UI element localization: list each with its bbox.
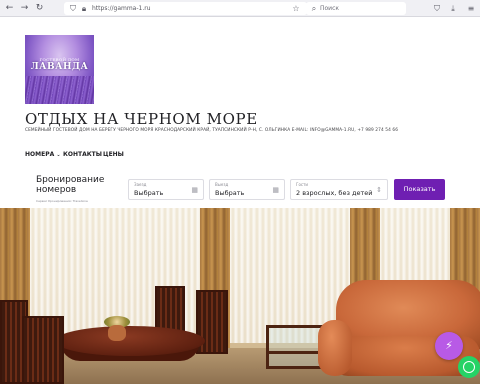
- url-text: https://gamma-1.ru: [92, 5, 151, 12]
- chevron-down-icon: ⌄: [56, 152, 61, 158]
- search-icon: ⌕: [311, 4, 317, 13]
- download-icon[interactable]: ⤓: [447, 2, 459, 15]
- checkout-label: Выезд: [215, 182, 229, 187]
- menu-icon[interactable]: ≡: [465, 2, 477, 15]
- menu-item-label: НОМЕРА: [25, 151, 55, 158]
- site-subtitle: СЕМЕЙНЫЙ ГОСТЕВОЙ ДОМ НА БЕРЕГУ ЧЕРНОГО …: [25, 128, 399, 133]
- pocket-icon[interactable]: ⛉: [431, 2, 443, 15]
- menu-item-rooms[interactable]: НОМЕРА ⌄: [25, 150, 61, 160]
- guests-field[interactable]: Гости 2 взрослых, без детей ⇕: [290, 179, 388, 200]
- calendar-icon: ▦: [191, 186, 198, 194]
- show-button[interactable]: Показать: [394, 179, 445, 200]
- menu-item-contacts[interactable]: КОНТАКТЫ: [63, 150, 102, 160]
- menu-item-prices[interactable]: ЦЕНЫ: [103, 150, 124, 160]
- checkout-field[interactable]: Выезд Выбрать ▦: [209, 179, 285, 200]
- forward-icon[interactable]: →: [18, 2, 31, 15]
- hero-photo: [0, 208, 480, 384]
- browser-toolbar: ← → ↻ ⛉ 🔒︎ https://gamma-1.ru ☆ ⌕ Поиск …: [0, 0, 480, 17]
- whatsapp-phone-glyph: [463, 361, 475, 373]
- lightning-icon[interactable]: ⚡︎: [435, 332, 463, 360]
- checkin-value: Выбрать: [134, 189, 164, 197]
- whatsapp-icon[interactable]: [458, 356, 480, 378]
- photo-table: [55, 326, 205, 356]
- photo-sofa-arm: [318, 320, 352, 376]
- search-input[interactable]: ⌕ Поиск: [306, 2, 406, 15]
- bookmark-star-icon[interactable]: ☆: [290, 2, 302, 15]
- booking-caption: Сервис бронирования: TravelLine: [36, 199, 88, 203]
- site-title[interactable]: ОТДЫХ НА ЧЕРНОМ МОРЕ: [25, 110, 258, 128]
- checkin-label: Заезд: [134, 182, 147, 187]
- calendar-icon: ▦: [272, 186, 279, 194]
- address-bar[interactable]: ⛉ 🔒︎ https://gamma-1.ru ☆: [64, 2, 307, 15]
- booking-title: Бронирование номеров: [36, 175, 105, 195]
- lavender-field-image: [25, 76, 94, 104]
- updown-icon: ⇕: [376, 186, 382, 194]
- site-logo[interactable]: ГОСТЕВОЙ ДОМ ЛАВАНДА: [25, 35, 94, 104]
- guests-value: 2 взрослых, без детей: [296, 189, 373, 197]
- lock-icon: 🔒︎: [81, 4, 87, 13]
- reload-icon[interactable]: ↻: [33, 2, 46, 15]
- search-placeholder: Поиск: [320, 5, 340, 12]
- checkin-field[interactable]: Заезд Выбрать ▦: [128, 179, 204, 200]
- back-icon[interactable]: ←: [3, 2, 16, 15]
- photo-chair: [22, 316, 64, 384]
- photo-vase: [108, 325, 126, 341]
- guests-label: Гости: [296, 182, 309, 187]
- checkout-value: Выбрать: [215, 189, 245, 197]
- logo-title: ЛАВАНДА: [30, 62, 89, 72]
